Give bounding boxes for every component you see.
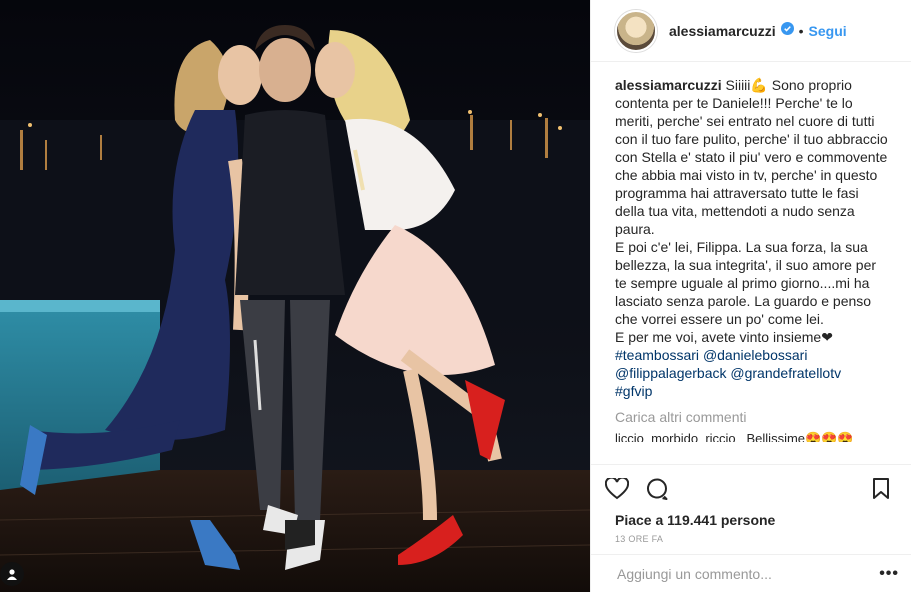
post-header: alessiamarcuzzi • Segui xyxy=(591,0,911,62)
comment-icon xyxy=(647,478,668,500)
heart-icon xyxy=(605,477,629,499)
comment-input[interactable] xyxy=(615,564,880,583)
mention-link[interactable]: @danielebossari xyxy=(703,347,808,363)
likes-count[interactable]: Piace a 119.441 persone xyxy=(591,512,911,528)
mention-link[interactable]: @grandefratellotv xyxy=(730,365,841,381)
user-tag-icon[interactable] xyxy=(0,562,24,586)
separator-dot: • xyxy=(798,22,804,39)
post-sidebar: alessiamarcuzzi • Segui alessiamarcuzzi … xyxy=(590,0,911,592)
hashtag-link[interactable]: #gfvip xyxy=(615,383,652,399)
like-button[interactable] xyxy=(603,475,631,503)
verified-badge-icon xyxy=(780,21,794,40)
comments-area: alessiamarcuzzi Siiiii💪 Sono proprio con… xyxy=(591,62,911,464)
caption: alessiamarcuzzi Siiiii💪 Sono proprio con… xyxy=(615,76,891,400)
post-timestamp[interactable]: 13 ORE FA xyxy=(591,528,911,554)
follow-button[interactable]: Segui xyxy=(809,23,847,39)
caption-username[interactable]: alessiamarcuzzi xyxy=(615,77,722,93)
username[interactable]: alessiamarcuzzi xyxy=(669,23,776,39)
caption-text-p3: E per me voi, avete vinto insieme❤ xyxy=(615,329,833,345)
comment-button[interactable] xyxy=(643,475,671,503)
party-photo-illustration xyxy=(0,0,590,592)
add-comment-bar: ••• xyxy=(591,554,911,592)
load-more-comments[interactable]: Carica altri commenti xyxy=(615,408,891,426)
post-photo[interactable] xyxy=(0,0,590,592)
mention-link[interactable]: @filippalagerback xyxy=(615,365,727,381)
bookmark-icon xyxy=(873,477,889,499)
save-button[interactable] xyxy=(867,475,895,503)
comment-preview: liccio_morbido_riccio_ Bellissime😍😍😍 xyxy=(615,431,854,442)
action-bar xyxy=(591,464,911,512)
more-options-icon[interactable]: ••• xyxy=(879,565,899,583)
caption-text-intro: Siiiii💪 Sono proprio contenta per te Dan… xyxy=(615,77,888,237)
hashtag-link[interactable]: #teambossari xyxy=(615,347,699,363)
instagram-post-modal: alessiamarcuzzi • Segui alessiamarcuzzi … xyxy=(0,0,911,592)
caption-text-p2: E poi c'e' lei, Filippa. La sua forza, l… xyxy=(615,239,877,327)
avatar[interactable] xyxy=(615,9,657,52)
